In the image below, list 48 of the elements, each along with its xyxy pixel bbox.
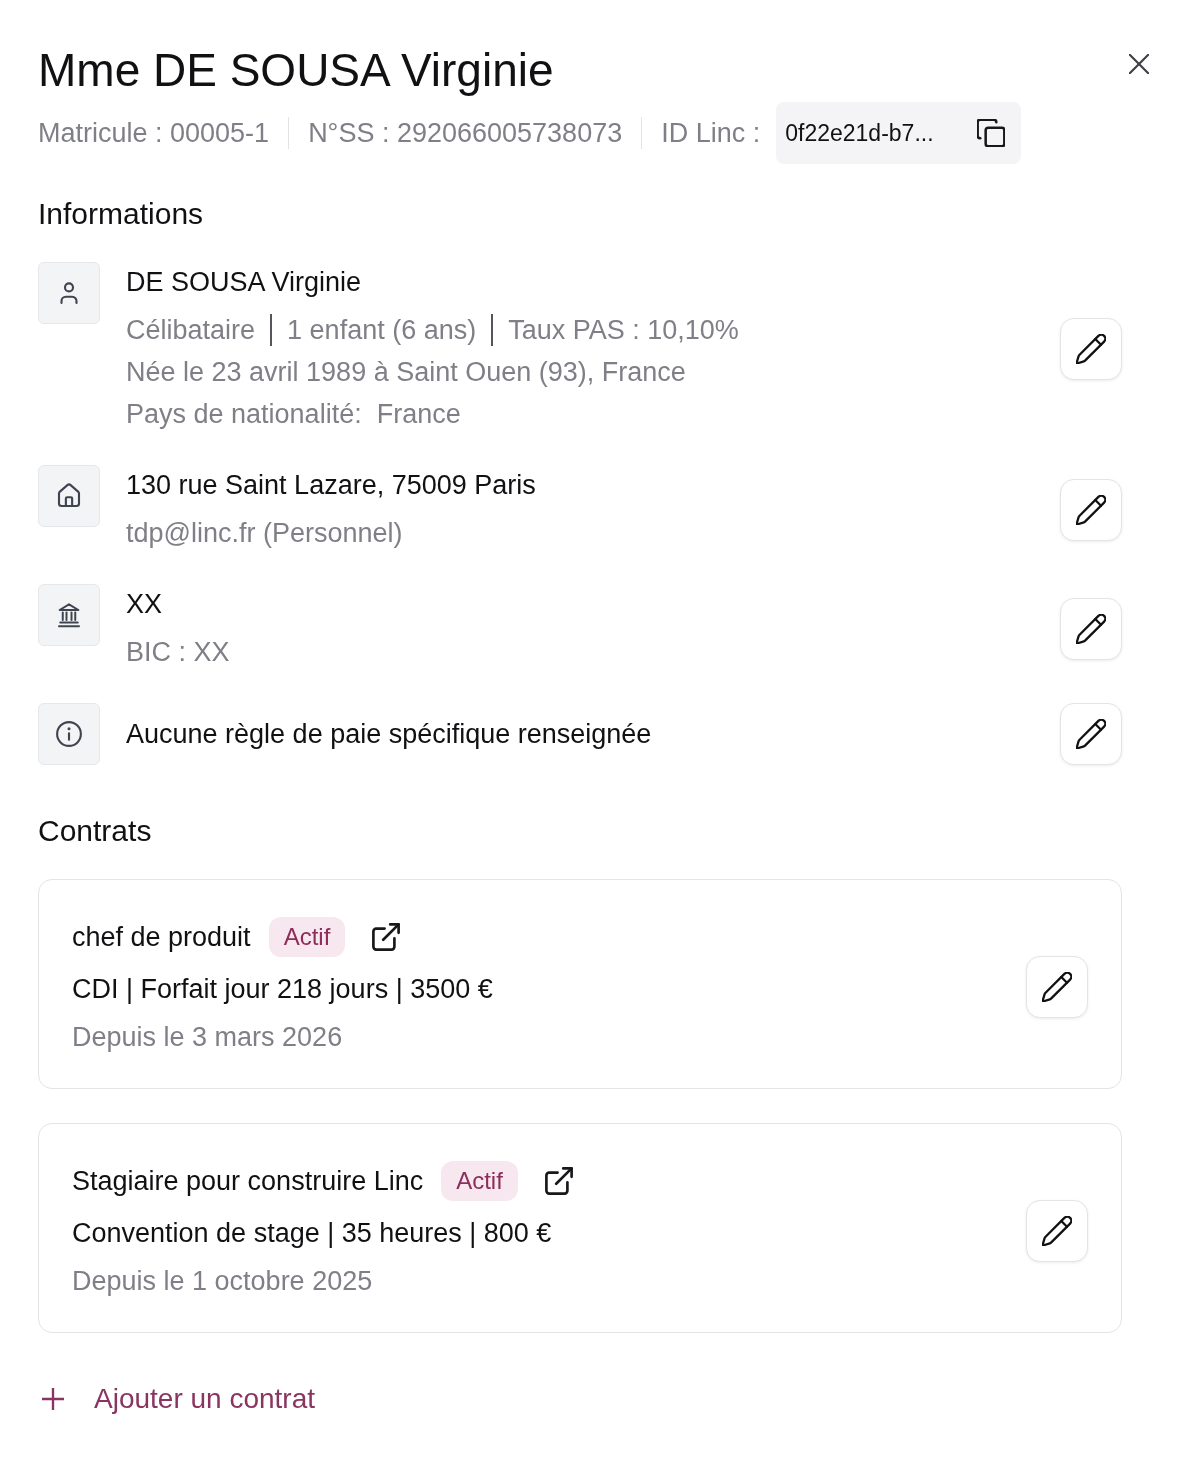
contract-title: chef de produit — [72, 921, 251, 954]
edit-button[interactable] — [1060, 317, 1122, 380]
house-icon — [38, 465, 100, 527]
bank-icon — [38, 584, 100, 646]
edit-button[interactable] — [1060, 597, 1122, 660]
close-icon[interactable] — [1129, 54, 1149, 74]
info-detail: Célibataire — [126, 314, 256, 346]
edit-button[interactable] — [1060, 478, 1122, 541]
status-badge: Actif — [268, 917, 346, 957]
info-detail: 1 enfant (6 ans) — [287, 314, 477, 346]
pencil-icon — [1076, 719, 1106, 749]
edit-button[interactable] — [1060, 703, 1122, 765]
contract-terms: CDI | Forfait jour 218 jours | 3500 € — [72, 973, 494, 1006]
copy-icon[interactable] — [977, 119, 1006, 147]
external-link-icon[interactable] — [372, 923, 401, 951]
info-detail: tdp@linc.fr (Personnel) — [126, 517, 404, 550]
plus-icon — [42, 1388, 64, 1410]
contract-terms: Convention de stage | 35 heures | 800 € — [72, 1217, 553, 1250]
add-contract-button[interactable]: Ajouter un contrat — [38, 1379, 316, 1419]
id-value: 0f22e21d-b7... — [785, 119, 935, 147]
external-link-icon[interactable] — [544, 1167, 573, 1195]
section-heading: Contrats — [38, 813, 153, 849]
status-badge: Actif — [441, 1161, 518, 1201]
info-detail: Née le 23 avril 1989 à Saint Ouen (93), France — [126, 356, 687, 389]
info-detail: Taux PAS : 10,10% — [508, 314, 739, 346]
employee-name: Mme DE SOUSA Virginie — [38, 43, 555, 98]
pencil-icon — [1076, 333, 1106, 364]
edit-button[interactable] — [1026, 956, 1088, 1018]
edit-button[interactable] — [1026, 1200, 1088, 1262]
info-detail: BIC : XX — [126, 636, 231, 669]
contract-start-date: Depuis le 3 mars 2026 — [72, 1021, 344, 1054]
person-icon — [38, 262, 100, 324]
pencil-icon — [1076, 494, 1106, 525]
section-heading: Informations — [38, 196, 205, 232]
contract-title: Stagiaire pour construire Linc — [72, 1165, 424, 1198]
info-title: XX — [126, 588, 164, 621]
pencil-icon — [1042, 972, 1072, 1002]
info-icon — [38, 703, 100, 765]
meta-text: N°SS : 292066005738073 — [308, 117, 623, 149]
pencil-icon — [1042, 1216, 1072, 1246]
id-label: ID Linc : — [661, 117, 761, 149]
info-title: 130 rue Saint Lazare, 75009 Paris — [126, 469, 537, 502]
info-detail: Pays de nationalité: France — [126, 398, 462, 431]
info-title: Aucune règle de paie spécifique renseignée — [126, 718, 653, 751]
pencil-icon — [1076, 613, 1106, 644]
info-title: DE SOUSA Virginie — [126, 266, 363, 299]
contract-start-date: Depuis le 1 octobre 2025 — [72, 1265, 374, 1298]
meta-text: Matricule : 00005-1 — [38, 117, 270, 149]
